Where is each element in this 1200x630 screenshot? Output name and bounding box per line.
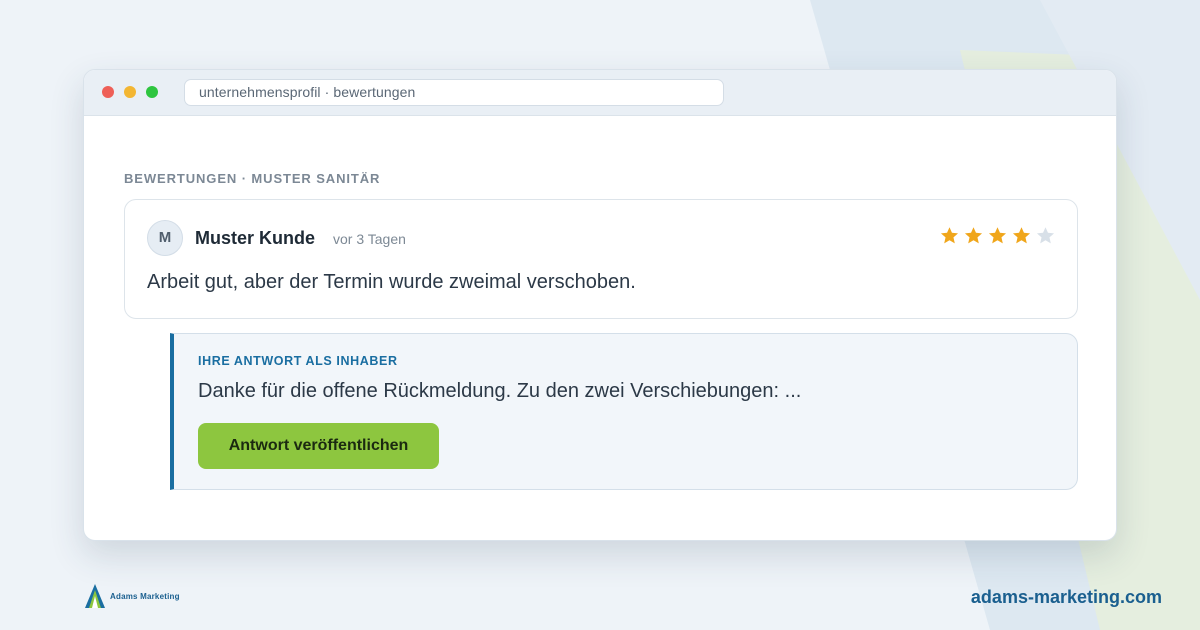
logo-mark-icon [85,584,105,608]
close-window-dot[interactable] [102,86,114,98]
brand-logo: Adams Marketing [84,582,180,610]
review-card: M Muster Kunde vor 3 Tagen Arbeit gut, a… [124,199,1078,319]
logo-text: Adams Marketing [110,591,180,601]
browser-window: unternehmensprofil · bewertungen BEWERTU… [83,69,1117,541]
publish-reply-button[interactable]: Antwort veröffentlichen [198,423,439,469]
maximize-window-dot[interactable] [146,86,158,98]
address-bar[interactable]: unternehmensprofil · bewertungen [184,79,724,106]
reply-text[interactable]: Danke für die offene Rückmeldung. Zu den… [198,380,801,403]
section-label: BEWERTUNGEN · MUSTER SANITÄR [124,171,381,186]
star-filled-icon [940,227,959,244]
review-text: Arbeit gut, aber der Termin wurde zweima… [147,271,636,293]
owner-reply-box: IHRE ANTWORT ALS INHABER Danke für die o… [170,333,1078,490]
footer-url[interactable]: adams-marketing.com [971,587,1162,608]
star-empty-icon [1036,227,1055,244]
star-filled-icon [988,227,1007,244]
minimize-window-dot[interactable] [124,86,136,98]
star-rating [940,226,1055,245]
browser-titlebar: unternehmensprofil · bewertungen [84,70,1116,116]
reviewer-name: Muster Kunde [195,228,316,248]
review-timestamp: vor 3 Tagen [333,231,406,247]
reply-label: IHRE ANTWORT ALS INHABER [198,354,398,368]
star-filled-icon [1012,227,1031,244]
star-filled-icon [964,227,983,244]
avatar: M [147,220,183,256]
